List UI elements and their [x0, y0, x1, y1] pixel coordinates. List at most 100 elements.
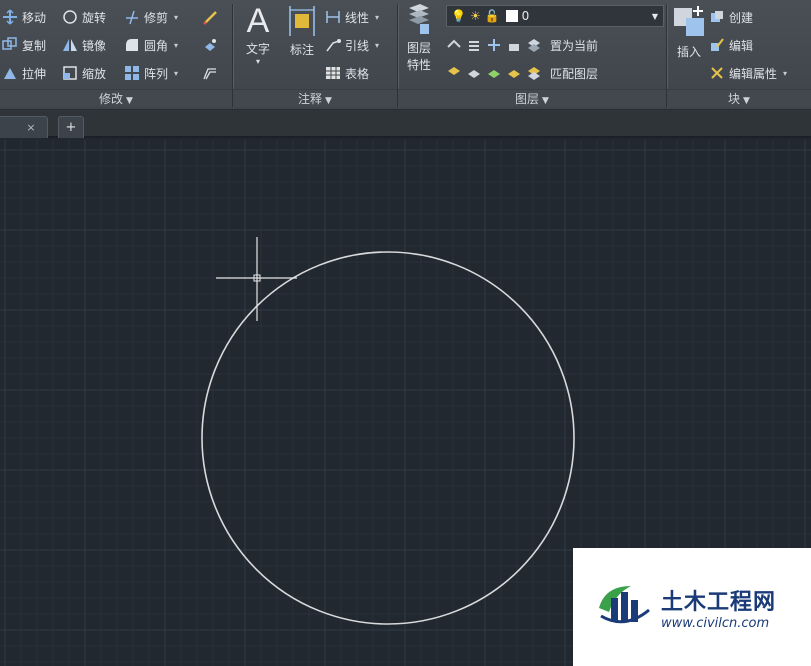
trim-icon — [124, 9, 140, 25]
set-current-label[interactable]: 置为当前 — [550, 37, 598, 54]
layer-walk-icon[interactable] — [446, 65, 462, 81]
layer-tools-row1: 置为当前 — [446, 34, 598, 56]
modify-panel-caret-icon: ▼ — [126, 96, 133, 106]
tab-close-icon[interactable]: × — [26, 121, 35, 134]
layer-thaw-icon[interactable] — [506, 65, 522, 81]
text-tool[interactable]: A 文字 ▾ — [241, 2, 275, 66]
layer-isolate-icon[interactable] — [466, 37, 482, 53]
trim-dropdown-icon[interactable]: ▾ — [174, 13, 178, 22]
edit-label: 编辑 — [729, 38, 754, 53]
fillet-label: 圆角 — [144, 38, 169, 53]
layers-panel: 图层 特性 💡 ☀ 🔓 0 ▼ 置为当前 匹配图层 图层 ▼ — [398, 0, 666, 110]
table-tool[interactable]: 表格 — [325, 62, 369, 84]
leader-label: 引线 — [345, 38, 370, 53]
layer-lock-icon[interactable] — [506, 37, 522, 53]
trim-tool[interactable]: 修剪 ▾ — [124, 6, 178, 28]
create-block-icon — [709, 9, 725, 25]
move-label: 移动 — [22, 10, 47, 25]
table-label: 表格 — [345, 66, 370, 81]
leader-tool[interactable]: 引线 ▾ — [325, 34, 379, 56]
dimension-icon — [287, 4, 317, 41]
layer-color-swatch — [505, 10, 518, 22]
ribbon: 移动 旋转 修剪 ▾ 复制 镜像 圆角 ▾ 拉伸 缩放 阵列 ▾ 修改 ▼ A … — [0, 0, 811, 110]
annotation-panel-caret-icon: ▼ — [325, 96, 332, 106]
lock-icon: 🔓 — [484, 9, 500, 23]
mirror-tool[interactable]: 镜像 — [62, 34, 106, 56]
layer-properties-label-1: 图层 — [406, 41, 431, 55]
explode-tool[interactable] — [202, 34, 222, 56]
layer-off-icon[interactable] — [446, 37, 462, 53]
annotation-panel-title[interactable]: 注释 ▼ — [233, 89, 397, 107]
create-block-tool[interactable]: 创建 — [709, 6, 753, 28]
array-dropdown-icon[interactable]: ▾ — [174, 69, 178, 78]
edit-attributes-tool[interactable]: 编辑属性 ▾ — [709, 62, 787, 84]
match-layer-icon — [526, 65, 542, 81]
layer-properties-tool[interactable]: 图层 特性 — [402, 2, 436, 73]
leader-dropdown-icon[interactable]: ▾ — [375, 41, 379, 50]
stretch-tool[interactable]: 拉伸 — [2, 62, 46, 84]
insert-tool[interactable]: 插入 — [669, 4, 709, 60]
insert-label: 插入 — [676, 45, 701, 59]
move-tool[interactable]: 移动 — [2, 6, 46, 28]
rotate-icon — [62, 9, 78, 25]
text-dropdown-icon[interactable]: ▾ — [256, 57, 260, 66]
document-tab-bar: × + — [0, 110, 811, 138]
dimension-tool[interactable]: 标注 — [285, 4, 319, 58]
block-panel-title[interactable]: 块 ▼ — [667, 89, 811, 107]
edit-block-tool[interactable]: 编辑 — [709, 34, 753, 56]
array-tool[interactable]: 阵列 ▾ — [124, 62, 178, 84]
linear-tool[interactable]: 线性 ▾ — [325, 6, 379, 28]
modify-panel-title[interactable]: 修改 ▼ — [0, 89, 232, 107]
stretch-icon — [2, 65, 18, 81]
edit-attributes-label: 编辑属性 — [729, 66, 778, 81]
linear-dropdown-icon[interactable]: ▾ — [375, 13, 379, 22]
layer-previous-icon[interactable] — [466, 65, 482, 81]
layers-panel-title[interactable]: 图层 ▼ — [398, 89, 666, 107]
block-panel: 插入 创建 编辑 编辑属性 ▾ 块 ▼ — [667, 0, 811, 110]
offset-icon — [202, 65, 218, 81]
text-a-icon: A — [246, 2, 270, 40]
rotate-tool[interactable]: 旋转 — [62, 6, 106, 28]
drawing-tab[interactable]: × — [0, 116, 48, 138]
create-label: 创建 — [729, 10, 754, 25]
scale-tool[interactable]: 缩放 — [62, 62, 106, 84]
copy-icon — [2, 37, 18, 53]
layers-panel-title-label: 图层 — [515, 92, 540, 106]
rotate-label: 旋转 — [82, 10, 107, 25]
layer-state-icon[interactable] — [486, 65, 502, 81]
layer-properties-icon — [406, 2, 432, 39]
layer-dropdown-arrow-icon: ▼ — [651, 11, 658, 21]
civilcn-logo-icon — [595, 580, 653, 634]
explode-icon — [202, 37, 218, 53]
modify-panel-title-label: 修改 — [99, 92, 124, 106]
watermark-title: 土木工程网 — [661, 589, 777, 615]
edit-attributes-icon — [709, 65, 725, 81]
offset-tool[interactable] — [202, 62, 222, 84]
annotation-panel-title-label: 注释 — [298, 92, 323, 106]
layers-panel-caret-icon: ▼ — [542, 96, 549, 106]
edit-attributes-dropdown-icon[interactable]: ▾ — [783, 69, 787, 78]
mirror-icon — [62, 37, 78, 53]
fillet-dropdown-icon[interactable]: ▾ — [174, 41, 178, 50]
edit-block-icon — [709, 37, 725, 53]
mirror-label: 镜像 — [82, 38, 107, 53]
fillet-icon — [124, 37, 140, 53]
layer-dropdown[interactable]: 💡 ☀ 🔓 0 ▼ — [446, 5, 664, 27]
match-layer-label[interactable]: 匹配图层 — [550, 65, 598, 82]
block-panel-title-label: 块 — [728, 92, 741, 106]
trim-label: 修剪 — [144, 10, 169, 25]
set-current-icon — [526, 37, 542, 53]
watermark-url: www.civilcn.com — [661, 615, 770, 631]
dimension-label: 标注 — [289, 43, 314, 57]
plus-icon: + — [65, 120, 77, 135]
erase-tool[interactable] — [202, 6, 222, 28]
pencil-icon — [202, 9, 218, 25]
scale-label: 缩放 — [82, 66, 107, 81]
linear-dimension-icon — [325, 9, 341, 25]
layer-freeze-icon[interactable] — [486, 37, 502, 53]
fillet-tool[interactable]: 圆角 ▾ — [124, 34, 178, 56]
copy-tool[interactable]: 复制 — [2, 34, 46, 56]
copy-label: 复制 — [22, 38, 47, 53]
annotation-panel: A 文字 ▾ 标注 线性 ▾ 引线 ▾ 表格 注释 ▼ — [233, 0, 397, 110]
new-tab-button[interactable]: + — [58, 116, 84, 138]
